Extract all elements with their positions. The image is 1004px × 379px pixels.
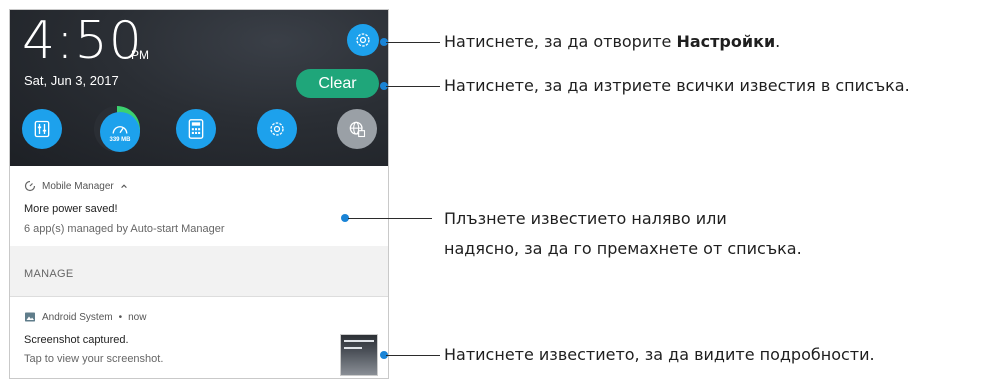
clock-time: 4:50 — [22, 11, 143, 71]
calculator-tile[interactable] — [176, 109, 216, 149]
audio-wizard-icon — [34, 120, 50, 138]
notification-app-name: Android System — [42, 311, 113, 323]
boost-tile[interactable]: 339 MB — [94, 106, 140, 152]
callout-line — [386, 86, 440, 87]
notification-title: More power saved! — [24, 203, 118, 215]
speedometer-icon — [112, 125, 128, 134]
boost-memory-label: 339 MB — [109, 136, 131, 143]
mobile-manager-icon — [24, 180, 36, 192]
quick-settings-panel: 4:50 PM Sat, Jun 3, 2017 Clear 339 MB — [10, 10, 388, 166]
clock-ampm: PM — [131, 48, 149, 62]
clear-all-button[interactable]: Clear — [296, 69, 379, 98]
settings-gear-icon — [270, 122, 284, 136]
callout-tap: Натиснете известието, за да видите подро… — [444, 345, 875, 364]
notification-action-bar: MANAGE — [10, 246, 388, 297]
callout-line — [348, 218, 432, 219]
network-tile[interactable] — [337, 109, 377, 149]
callout-settings: Натиснете, за да отворите Настройки. — [444, 32, 781, 51]
manage-button[interactable]: MANAGE — [24, 268, 73, 280]
gear-icon — [356, 33, 370, 47]
chevron-up-icon[interactable] — [120, 182, 128, 190]
image-icon — [25, 312, 35, 322]
notification-separator: • — [118, 311, 123, 323]
settings-tile[interactable] — [257, 109, 297, 149]
audio-wizard-tile[interactable] — [22, 109, 62, 149]
notification-screenshot[interactable]: Android System • now Screenshot captured… — [10, 297, 388, 378]
notification-shade: 4:50 PM Sat, Jun 3, 2017 Clear 339 MB Mo… — [9, 9, 389, 379]
notification-mobile-manager[interactable]: Mobile Manager More power saved! 6 app(s… — [10, 166, 388, 246]
date-label: Sat, Jun 3, 2017 — [24, 73, 119, 88]
settings-button[interactable] — [347, 24, 379, 56]
calculator-icon — [188, 119, 204, 139]
notification-app-name: Mobile Manager — [42, 180, 114, 192]
screenshot-thumbnail — [340, 334, 378, 376]
notification-title: Screenshot captured. — [24, 334, 129, 346]
callout-swipe-line2: надясно, за да го премахнете от списъка. — [444, 239, 802, 258]
notification-text: Tap to view your screenshot. — [24, 353, 164, 365]
callout-clear: Натиснете, за да изтриете всички извести… — [444, 76, 910, 95]
callout-line — [386, 42, 440, 43]
globe-network-icon — [349, 121, 366, 138]
notification-time: now — [128, 311, 147, 323]
notification-text: 6 app(s) managed by Auto-start Manager — [24, 223, 225, 235]
callout-swipe-line1: Плъзнете известието наляво или — [444, 209, 727, 228]
callout-line — [386, 355, 440, 356]
